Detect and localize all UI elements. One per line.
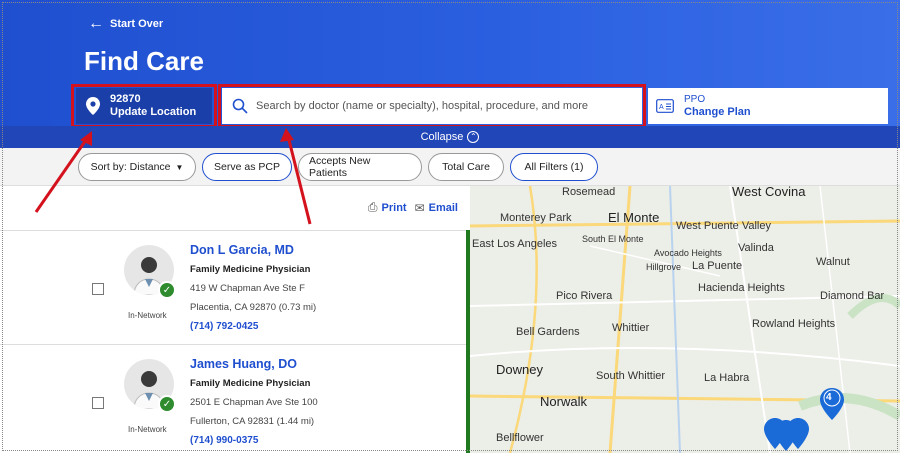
print-button[interactable]: ⎙ Print	[368, 200, 407, 215]
plan-card-icon: A	[656, 99, 674, 113]
envelope-icon: ✉	[414, 200, 425, 215]
provider-name-link[interactable]: Don L Garcia, MD	[190, 241, 316, 260]
filter-chip-serve-as-pcp[interactable]: Serve as PCP	[202, 153, 292, 181]
provider-address-line2: Fullerton, CA 92831 (1.44 mi)	[190, 416, 315, 427]
printer-icon: ⎙	[367, 200, 378, 214]
provider-address-line2: Placentia, CA 92870 (0.73 mi)	[190, 302, 317, 313]
header: ← Start Over Find Care 92870 Update Loca…	[0, 0, 900, 128]
map-cluster-pin-icon	[820, 388, 844, 420]
page-title: Find Care	[84, 46, 204, 76]
map-view[interactable]: Rosemead West Covina Monterey Park El Mo…	[470, 186, 900, 453]
filter-chip-total-care[interactable]: Total Care	[428, 153, 504, 181]
in-network-check-icon: ✓	[158, 281, 176, 299]
filter-chip-accepts-new-patients[interactable]: Accepts New Patients	[298, 153, 422, 181]
collapse-label: Collapse	[420, 131, 464, 143]
select-checkbox[interactable]	[92, 283, 104, 295]
network-status: In-Network	[128, 311, 167, 320]
annotation-box-search	[218, 84, 646, 128]
filter-chip-all-filters[interactable]: All Filters (1)	[510, 153, 598, 181]
chip-label: All Filters (1)	[524, 161, 584, 173]
chip-label: Accepts New Patients	[309, 155, 371, 179]
sort-dropdown[interactable]: Sort by: Distance ▼	[78, 153, 196, 181]
start-over-label: Start Over	[110, 18, 164, 30]
change-plan-label: Change Plan	[684, 106, 751, 118]
provider-card: ✓ In-Network Don L Garcia, MD Family Med…	[0, 230, 466, 344]
provider-specialty: Family Medicine Physician	[190, 378, 311, 389]
print-label: Print	[381, 201, 407, 214]
provider-phone-link[interactable]: (714) 990-0375	[190, 431, 318, 450]
provider-address-line1: 419 W Chapman Ave Ste F	[190, 283, 305, 294]
chevron-up-icon: ⌃	[467, 131, 480, 143]
cluster-count: 4	[826, 392, 832, 403]
filter-bar: Sort by: Distance ▼ Serve as PCP Accepts…	[0, 148, 900, 186]
plan-type: PPO	[684, 94, 706, 105]
sort-label: Sort by: Distance	[90, 161, 171, 173]
provider-address-line1: 2501 E Chapman Ave Ste 100	[190, 397, 318, 408]
in-network-check-icon: ✓	[158, 395, 176, 413]
svg-text:A: A	[659, 104, 664, 111]
network-status: In-Network	[128, 425, 167, 434]
provider-card: ✓ In-Network James Huang, DO Family Medi…	[0, 344, 466, 453]
collapse-toggle[interactable]: Collapse ⌃	[0, 126, 900, 148]
email-button[interactable]: ✉ Email	[415, 200, 458, 215]
chip-label: Serve as PCP	[214, 161, 280, 173]
caret-down-icon: ▼	[175, 162, 184, 172]
back-arrow-icon: ←	[88, 15, 104, 32]
change-plan-button[interactable]: A PPO Change Plan	[648, 88, 888, 124]
annotation-box-location	[71, 84, 217, 128]
list-tools: ⎙ Print ✉ Email	[368, 200, 458, 215]
provider-list: ⎙ Print ✉ Email ✓ In-Network Don L Garci…	[0, 186, 468, 453]
provider-name-link[interactable]: James Huang, DO	[190, 355, 318, 374]
provider-specialty: Family Medicine Physician	[190, 264, 311, 275]
select-checkbox[interactable]	[92, 397, 104, 409]
email-label: Email	[428, 201, 458, 214]
chip-label: Total Care	[442, 161, 490, 173]
map-markers	[764, 388, 844, 451]
provider-phone-link[interactable]: (714) 792-0425	[190, 317, 316, 336]
find-care-page: ← Start Over Find Care 92870 Update Loca…	[0, 0, 900, 453]
start-over-link[interactable]: ← Start Over	[88, 15, 164, 32]
